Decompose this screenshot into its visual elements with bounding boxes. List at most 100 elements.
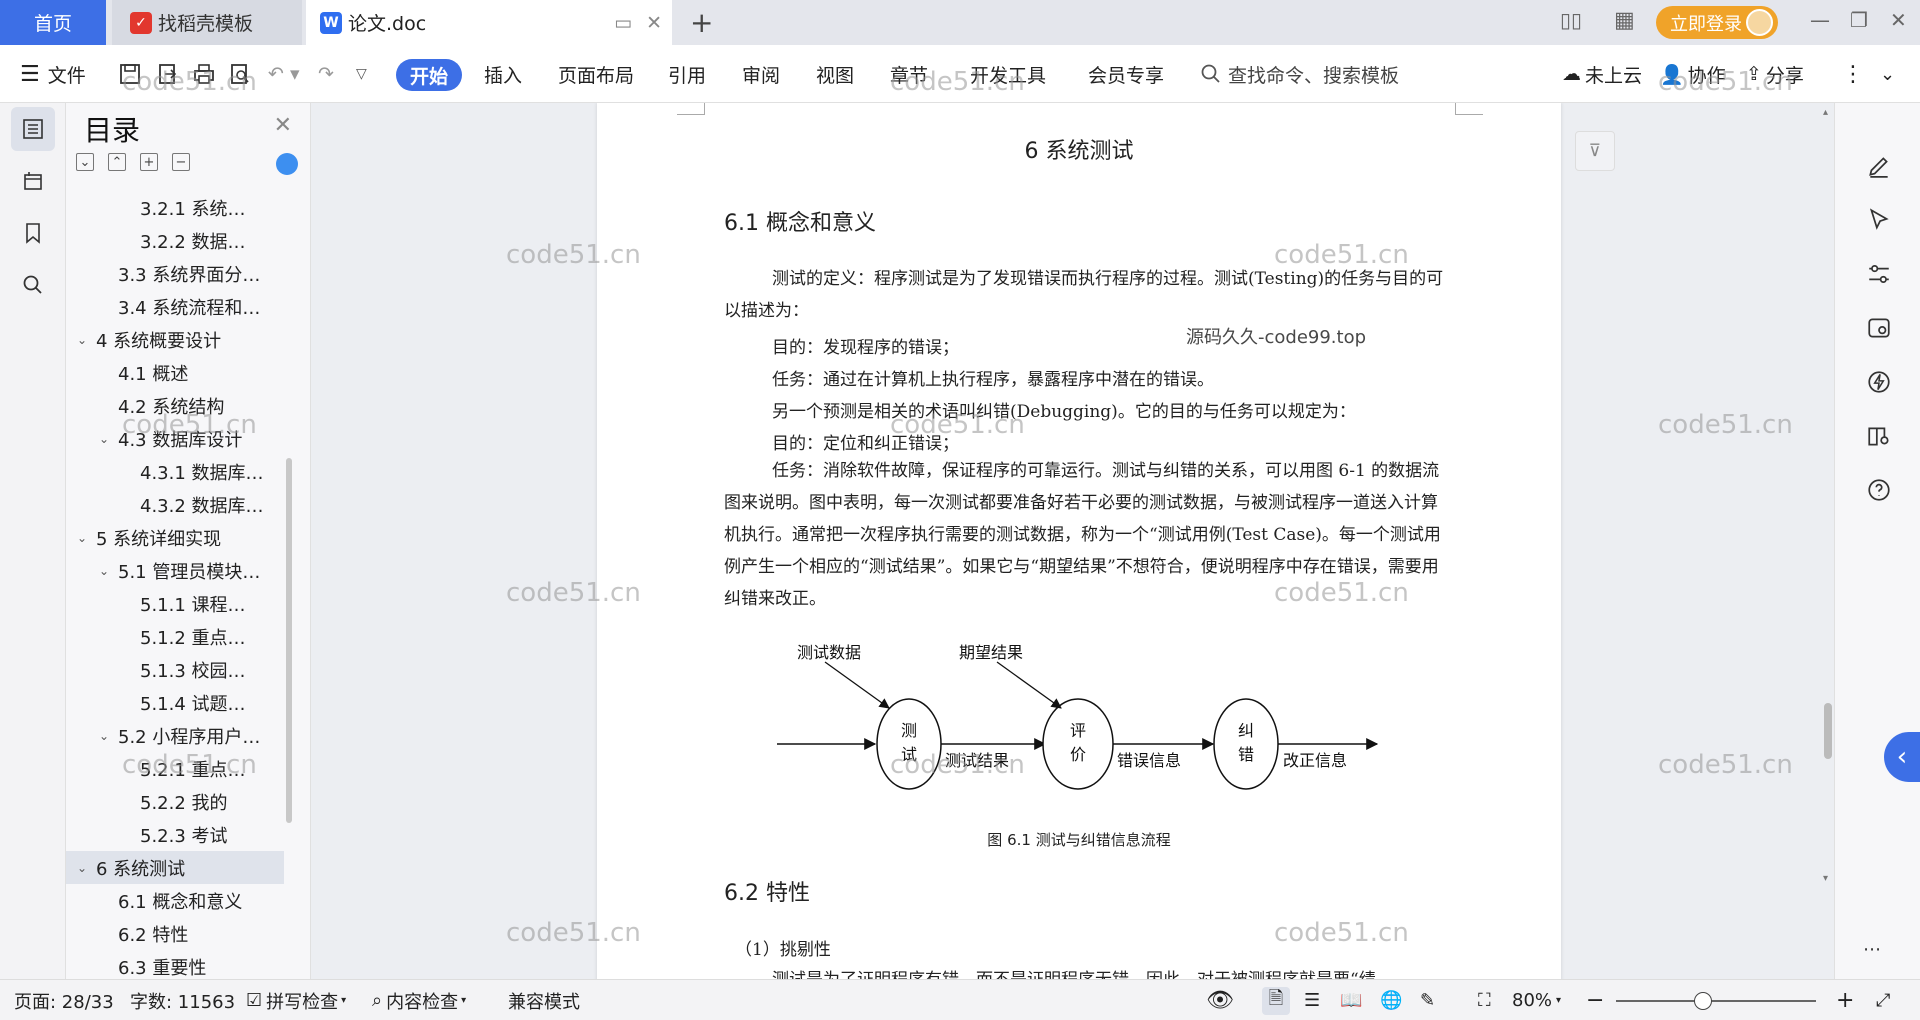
tab-home[interactable]: 首页	[0, 0, 106, 45]
scroll-thumb[interactable]	[1824, 703, 1832, 759]
chevron-down-icon[interactable]: ⌄	[96, 729, 112, 743]
toc-item[interactable]: ⌄ 4 系统概要设计	[66, 323, 284, 356]
menu-view[interactable]: 视图	[816, 45, 854, 103]
print-icon[interactable]	[192, 62, 216, 86]
select-cursor-icon[interactable]	[1866, 207, 1892, 233]
chevron-down-icon[interactable]: ⌄	[74, 861, 90, 875]
menu-dev-tools[interactable]: 开发工具	[970, 45, 1046, 103]
adjust-icon[interactable]	[1866, 261, 1892, 287]
new-tab-button[interactable]: +	[690, 6, 713, 39]
collab-button[interactable]: 👤 协作	[1660, 45, 1726, 103]
lightning-icon[interactable]	[1866, 369, 1892, 395]
find-icon[interactable]	[11, 263, 55, 307]
help-icon[interactable]	[1866, 477, 1892, 503]
close-window-icon[interactable]: ✕	[1890, 8, 1907, 32]
fit-page-icon[interactable]: ⛶	[1478, 980, 1491, 1020]
toc-item[interactable]: 5.1.2 重点…	[66, 620, 284, 653]
scroll-up-icon[interactable]: ▴	[1823, 107, 1828, 118]
print-preview-icon[interactable]	[228, 62, 252, 86]
toc-item[interactable]: ⌄ 5.1 管理员模块…	[66, 554, 284, 587]
chevron-down-icon[interactable]: ⌄	[96, 564, 112, 578]
login-button[interactable]: 立即登录	[1656, 6, 1778, 39]
remove-heading-icon[interactable]: −	[172, 153, 190, 171]
toc-item[interactable]: ⌄ 5 系统详细实现	[66, 521, 284, 554]
toc-item[interactable]: 4.3.2 数据库…	[66, 488, 284, 521]
ai-assistant-icon[interactable]	[276, 153, 298, 175]
toc-item[interactable]: 3.3 系统界面分…	[66, 257, 284, 290]
save-icon[interactable]	[118, 62, 142, 86]
zoom-in-icon[interactable]: +	[1836, 980, 1854, 1020]
layout-toggle-icon[interactable]: ▯▯	[1560, 8, 1582, 32]
menu-insert[interactable]: 插入	[484, 45, 522, 103]
toc-item[interactable]: 6.3 重要性	[66, 950, 284, 979]
toc-item[interactable]: 5.1.4 试题…	[66, 686, 284, 719]
document-page[interactable]: 6 系统测试 6.1 概念和意义 测试的定义：程序测试是为了发现错误而执行程序的…	[597, 103, 1561, 979]
word-count[interactable]: 字数: 11563	[130, 980, 235, 1020]
toc-scrollbar[interactable]	[286, 458, 292, 823]
toc-item[interactable]: 4.2 系统结构	[66, 389, 284, 422]
close-icon[interactable]: ✕	[274, 113, 292, 138]
toc-item[interactable]: 5.1.3 校园…	[66, 653, 284, 686]
outline-view-icon[interactable]: ☰	[1304, 980, 1320, 1020]
menu-reference[interactable]: 引用	[668, 45, 706, 103]
menu-chapter[interactable]: 章节	[890, 45, 928, 103]
menu-page-layout[interactable]: 页面布局	[558, 45, 634, 103]
eye-protect-icon[interactable]: 👁	[1206, 980, 1234, 1020]
tab-daoke-templates[interactable]: ✓ 找稻壳模板	[112, 0, 302, 45]
add-heading-icon[interactable]: +	[140, 153, 158, 171]
zoom-level[interactable]: 80% ▾	[1512, 980, 1561, 1020]
file-menu[interactable]: ☰ 文件	[20, 45, 86, 103]
zoom-slider-handle[interactable]	[1694, 991, 1712, 1010]
grid-apps-icon[interactable]: ▦	[1614, 8, 1635, 33]
write-view-icon[interactable]: ✎	[1420, 980, 1435, 1020]
toc-item[interactable]: 5.2.3 考试	[66, 818, 284, 851]
screen-icon[interactable]: ▭	[614, 12, 632, 34]
minimize-icon[interactable]: —	[1810, 8, 1830, 32]
more-quick-icon[interactable]: ▽	[356, 45, 367, 103]
command-search[interactable]: 查找命令、搜索模板	[1200, 45, 1399, 103]
tab-document[interactable]: W 论文.doc ▭ ✕	[306, 0, 672, 45]
toc-item[interactable]: ⌄ 5.2 小程序用户…	[66, 719, 284, 752]
page-count[interactable]: 页面: 28/33	[14, 980, 114, 1020]
menu-member[interactable]: 会员专享	[1088, 45, 1164, 103]
scroll-down-icon[interactable]: ▾	[1823, 873, 1828, 884]
collapse-all-icon[interactable]: ⌃	[108, 153, 126, 171]
cloud-status[interactable]: ☁ 未上云	[1562, 45, 1642, 103]
toc-panel-icon[interactable]	[11, 107, 55, 151]
menu-start[interactable]: 开始	[396, 59, 462, 91]
chevron-down-icon[interactable]: ⌄	[96, 432, 112, 446]
bookmark-icon[interactable]	[11, 211, 55, 255]
book-search-icon[interactable]	[1866, 423, 1892, 449]
toc-item[interactable]: 3.2.2 数据…	[66, 224, 284, 257]
close-tab-icon[interactable]: ✕	[646, 12, 662, 34]
page-view-icon[interactable]: 🗎	[1262, 980, 1290, 1020]
toc-item[interactable]: 6.2 特性	[66, 917, 284, 950]
fullscreen-icon[interactable]: ⤢	[1876, 980, 1890, 1020]
spell-check[interactable]: ☑ 拼写检查 ▾	[246, 980, 346, 1020]
more-tools-icon[interactable]: ⋯	[1863, 939, 1881, 960]
toc-item[interactable]: 3.2.1 系统…	[66, 191, 284, 224]
chevron-down-icon[interactable]: ⌄	[74, 333, 90, 347]
filter-icon[interactable]: ⊽	[1575, 131, 1615, 171]
undo-icon[interactable]: ↶ ▾	[268, 45, 300, 103]
zoom-out-icon[interactable]: −	[1586, 980, 1604, 1020]
collapse-ribbon-icon[interactable]: ⌄	[1880, 45, 1895, 103]
share-button[interactable]: ⇪ 分享	[1746, 45, 1804, 103]
toc-item[interactable]: 5.2.2 我的	[66, 785, 284, 818]
compat-mode[interactable]: 兼容模式	[508, 980, 580, 1020]
read-view-icon[interactable]: 📖	[1340, 980, 1362, 1020]
outline-icon[interactable]	[11, 159, 55, 203]
toc-item[interactable]: 6.1 概念和意义	[66, 884, 284, 917]
toc-item[interactable]: 4.3.1 数据库…	[66, 455, 284, 488]
restore-icon[interactable]: ❐	[1850, 8, 1868, 32]
zoom-slider[interactable]	[1616, 980, 1816, 1020]
export-icon[interactable]	[156, 62, 180, 86]
toc-item[interactable]: ⌄ 4.3 数据库设计	[66, 422, 284, 455]
image-edit-icon[interactable]	[1866, 315, 1892, 341]
web-view-icon[interactable]: 🌐	[1380, 980, 1402, 1020]
toc-item[interactable]: 3.4 系统流程和…	[66, 290, 284, 323]
expand-all-icon[interactable]: ⌄	[76, 153, 94, 171]
toc-item[interactable]: 4.1 概述	[66, 356, 284, 389]
edit-pen-icon[interactable]	[1866, 153, 1892, 179]
toc-item[interactable]: 5.1.1 课程…	[66, 587, 284, 620]
